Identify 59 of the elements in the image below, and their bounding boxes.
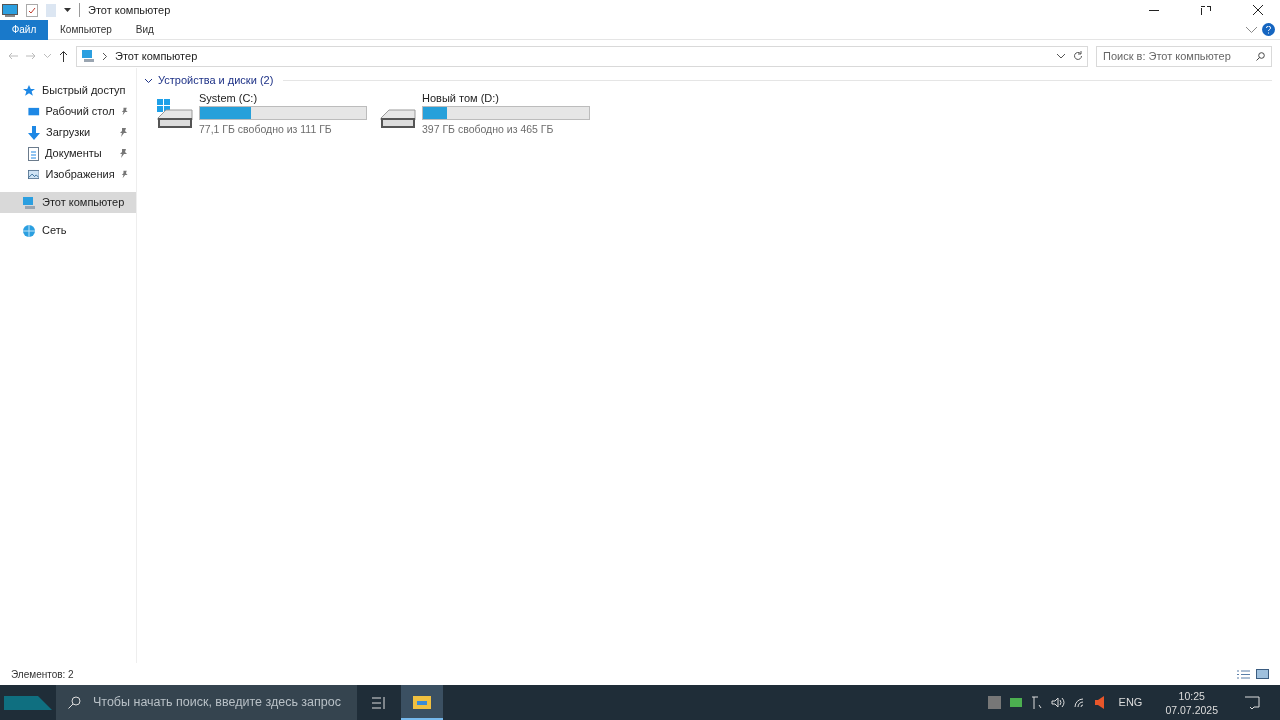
help-icon[interactable] — [1262, 23, 1275, 36]
task-view-icon[interactable] — [372, 696, 386, 709]
app-tray-icon[interactable] — [987, 696, 1001, 709]
document-icon — [28, 146, 39, 161]
computer-icon — [2, 3, 18, 17]
file-tab[interactable]: Файл — [0, 19, 48, 40]
computer-icon — [81, 49, 95, 63]
status-text: Элементов: 2 — [11, 667, 75, 682]
picture-icon — [28, 169, 40, 180]
sidebar-item[interactable]: Рабочий стол — [0, 101, 136, 122]
wifi-icon[interactable] — [1073, 697, 1086, 708]
network-icon — [22, 223, 36, 238]
ribbon-tab[interactable]: Вид — [123, 19, 166, 40]
notifications-icon[interactable] — [1245, 695, 1260, 710]
drive-free-space: 77,1 ГБ свободно из 111 ГБ — [199, 121, 333, 137]
chevron-down-icon[interactable] — [1057, 53, 1065, 59]
drive-name: System (C:) — [199, 90, 259, 105]
taskbar-search-input[interactable]: Чтобы начать поиск, введите здесь запрос — [93, 693, 345, 712]
sidebar-item[interactable]: Быстрый доступ — [0, 80, 136, 101]
drive-name: Новый том (D:) — [422, 90, 500, 105]
up-arrow-icon[interactable] — [59, 50, 68, 62]
group-heading: Устройства и диски (2) — [158, 72, 274, 88]
taskbar-search-field[interactable]: Чтобы начать поиск, введите здесь запрос — [56, 685, 357, 720]
chevron-right-icon — [103, 52, 107, 60]
sidebar-item[interactable]: Документы — [0, 143, 136, 164]
star-icon — [22, 83, 36, 98]
dropdown-icon[interactable] — [64, 8, 71, 12]
muted-speaker-icon[interactable] — [1094, 696, 1104, 709]
clock[interactable]: 10:25 07.07.2025 — [1161, 688, 1222, 717]
drive-tile[interactable]: System (C:) 77,1 ГБ свободно из 111 ГБ — [156, 91, 367, 137]
tiles-view-icon[interactable] — [1256, 669, 1269, 679]
sidebar-item[interactable]: Изображения — [0, 164, 136, 185]
search-icon — [1256, 51, 1265, 61]
restore-icon[interactable] — [1201, 5, 1211, 15]
minimize-icon[interactable] — [1149, 9, 1159, 11]
sidebar-item[interactable]: Загрузки — [0, 122, 136, 143]
address-bar[interactable]: Этот компьютер — [76, 45, 1088, 67]
down-arrow-icon — [28, 125, 40, 140]
drive-tile[interactable]: Новый том (D:) 397 ГБ свободно из 465 ГБ — [379, 91, 590, 137]
chevron-down-icon[interactable] — [145, 76, 152, 84]
window-title: Этот компьютер — [88, 2, 171, 18]
computer-icon — [22, 195, 36, 210]
close-icon[interactable] — [1253, 5, 1263, 15]
monitor-icon — [28, 105, 40, 118]
ribbon-tab[interactable]: Компьютер — [48, 19, 124, 40]
search-icon — [68, 696, 81, 709]
start-icon[interactable] — [4, 695, 52, 710]
details-view-icon[interactable] — [1237, 669, 1250, 679]
sidebar-item[interactable]: Этот компьютер — [0, 192, 136, 213]
file-explorer-taskbar-button[interactable] — [401, 685, 443, 720]
refresh-icon[interactable] — [1073, 51, 1083, 61]
language-indicator[interactable]: ENG — [1118, 694, 1143, 711]
speaker-tray-icon[interactable] — [1050, 697, 1065, 708]
checklist-icon[interactable] — [26, 3, 38, 17]
graphics-tray-icon[interactable] — [1009, 698, 1022, 707]
address-path: Этот компьютер — [115, 48, 199, 64]
sidebar-item[interactable]: Сеть — [0, 220, 136, 241]
search-field[interactable]: Поиск в: Этот компьютер — [1096, 45, 1272, 67]
drive-free-space: 397 ГБ свободно из 465 ГБ — [422, 121, 555, 137]
